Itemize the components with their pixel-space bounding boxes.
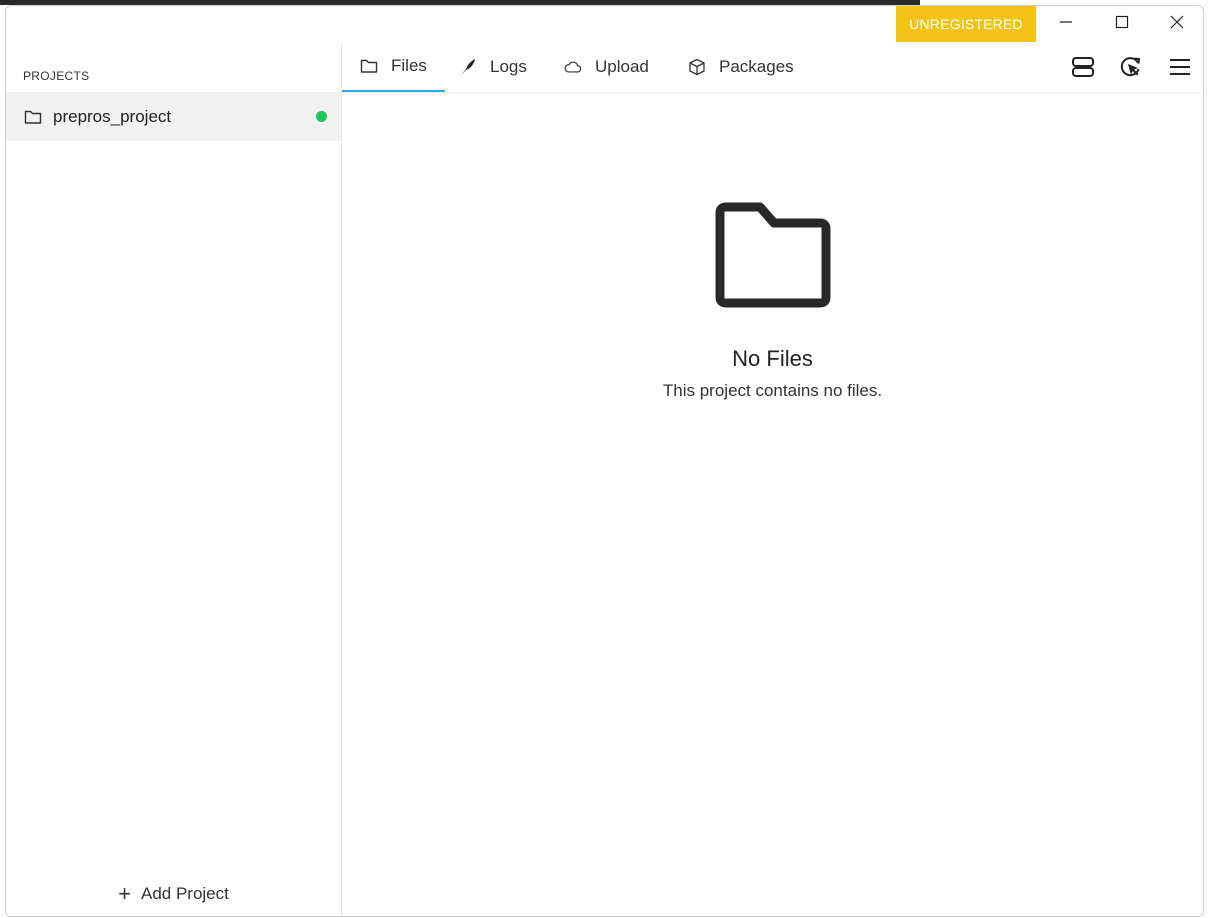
empty-state-title: No Files: [732, 346, 813, 371]
feather-icon: [461, 59, 475, 75]
folder-icon: [715, 202, 831, 308]
maximize-button[interactable]: [1094, 6, 1150, 38]
tab-label: Packages: [719, 57, 794, 76]
plus-icon: +: [118, 881, 131, 906]
tab-label: Upload: [595, 57, 649, 76]
close-button[interactable]: [1149, 6, 1203, 38]
add-project-button[interactable]: + Add Project: [6, 882, 341, 906]
server-icon: [1072, 57, 1094, 77]
folder-icon: [360, 59, 378, 73]
folder-icon: [24, 110, 42, 124]
tab-label: Logs: [490, 57, 527, 76]
tab-files[interactable]: Files: [342, 42, 445, 92]
cloud-icon: [564, 61, 582, 73]
project-name: prepros_project: [53, 106, 172, 126]
tab-packages[interactable]: Packages: [688, 42, 794, 92]
minimize-icon: [1060, 21, 1072, 23]
files-panel: No Files This project contains no files.: [342, 93, 1203, 916]
tab-upload[interactable]: Upload: [564, 42, 649, 92]
unregistered-badge[interactable]: UNREGISTERED: [896, 6, 1036, 42]
add-project-label: Add Project: [140, 884, 229, 903]
package-icon: [689, 58, 705, 76]
tab-bar: Files Logs Upload Packages: [342, 42, 1203, 93]
live-preview-icon: [1120, 57, 1141, 77]
projects-heading: PROJECTS: [23, 69, 90, 83]
project-item[interactable]: prepros_project: [6, 92, 341, 141]
server-button[interactable]: [1068, 52, 1098, 82]
tab-logs[interactable]: Logs: [459, 42, 527, 92]
projects-sidebar: PROJECTS prepros_project + Add Project: [6, 42, 342, 916]
close-icon: [1170, 15, 1184, 29]
menu-icon: [1170, 59, 1190, 75]
project-status-dot: [316, 111, 327, 122]
tab-label: Files: [391, 56, 427, 75]
empty-state-subtitle: This project contains no files.: [662, 381, 883, 400]
maximize-icon: [1115, 15, 1129, 29]
menu-button[interactable]: [1165, 52, 1195, 82]
live-preview-button[interactable]: [1116, 52, 1146, 82]
app-window: UNREGISTERED PROJECTS prepros_project + …: [5, 5, 1204, 917]
minimize-button[interactable]: [1038, 6, 1094, 38]
